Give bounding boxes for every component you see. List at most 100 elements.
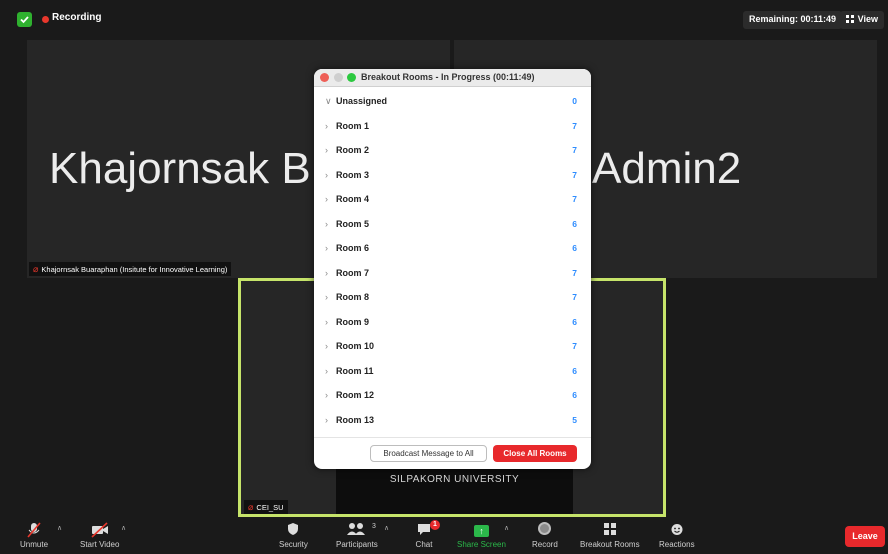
room-count: 0	[572, 96, 577, 106]
start-video-label: Start Video	[80, 540, 120, 549]
chevron-right-icon: ›	[325, 120, 328, 131]
meeting-toolbar: Unmute ∧ Start Video ∧ Security Particip…	[0, 520, 888, 554]
view-label: View	[857, 14, 878, 24]
room-count: 7	[572, 120, 577, 131]
microphone-muted-icon	[20, 522, 48, 538]
breakout-rooms-button[interactable]: Breakout Rooms	[580, 522, 640, 549]
chat-label: Chat	[415, 540, 433, 549]
room-row[interactable]: › Room 5 6	[314, 212, 591, 237]
room-row[interactable]: › Room 12 6	[314, 383, 591, 408]
room-name: Unassigned	[336, 96, 388, 106]
room-count: 7	[572, 169, 577, 180]
participant-name-large: Admin2	[592, 144, 742, 193]
room-name: Room 12	[336, 390, 375, 400]
broadcast-message-button[interactable]: Broadcast Message to All	[370, 445, 487, 462]
chat-button[interactable]: 1 Chat	[413, 520, 440, 549]
room-count: 6	[572, 218, 577, 229]
video-camera-off-icon	[80, 522, 119, 538]
chevron-right-icon: ›	[325, 316, 328, 327]
room-name: Room 13	[336, 414, 375, 425]
unmute-button[interactable]: Unmute	[20, 522, 48, 549]
start-video-button[interactable]: Start Video	[80, 522, 119, 549]
video-options-caret-icon[interactable]: ∧	[121, 524, 126, 532]
room-count: 6	[572, 316, 577, 327]
breakout-rooms-icon	[580, 522, 640, 538]
room-row[interactable]: › Room 4 7	[314, 187, 591, 212]
chevron-right-icon: ›	[325, 390, 328, 400]
security-label: Security	[279, 540, 308, 549]
security-button[interactable]: Security	[279, 522, 308, 549]
reactions-button[interactable]: Reactions	[659, 522, 695, 549]
room-count: 6	[572, 390, 577, 400]
chevron-right-icon: ›	[325, 414, 328, 425]
room-row[interactable]: › Room 2 7	[314, 138, 591, 163]
room-count: 7	[572, 292, 577, 302]
room-name: Room 10	[336, 341, 375, 351]
chevron-right-icon: ›	[325, 194, 328, 204]
room-list: ∨ Unassigned 0 › Room 1 7 › Room 2 7 › R…	[314, 89, 591, 432]
room-name: Room 2	[336, 145, 370, 155]
record-button[interactable]: Record	[532, 522, 558, 549]
room-name: Room 7	[336, 267, 370, 278]
chevron-right-icon: ›	[325, 341, 328, 351]
participants-options-caret-icon[interactable]: ∧	[384, 524, 389, 532]
room-name: Room 1	[336, 120, 370, 131]
room-count: 7	[572, 145, 577, 155]
breakout-rooms-window: Breakout Rooms - In Progress (00:11:49) …	[314, 69, 591, 469]
share-options-caret-icon[interactable]: ∧	[504, 524, 509, 532]
share-screen-label: Share Screen	[457, 540, 506, 549]
window-title-bar[interactable]: Breakout Rooms - In Progress (00:11:49)	[314, 69, 591, 87]
room-row[interactable]: › Room 1 7	[314, 114, 591, 139]
close-all-rooms-button[interactable]: Close All Rooms	[493, 445, 577, 462]
window-title: Breakout Rooms - In Progress (00:11:49)	[361, 72, 535, 82]
room-name: Room 5	[336, 218, 370, 229]
audio-options-caret-icon[interactable]: ∧	[57, 524, 62, 532]
active-speaker-name-tag: ⌀ CEI_SU	[244, 500, 288, 514]
room-name: Room 3	[336, 169, 370, 180]
participants-count: 3	[372, 523, 376, 530]
room-count: 6	[572, 365, 577, 376]
security-shield-icon[interactable]	[17, 12, 32, 27]
remaining-time-badge: Remaining: 00:11:49	[742, 11, 842, 29]
chat-bubble-icon: 1	[413, 520, 440, 538]
room-count: 7	[572, 341, 577, 351]
leave-meeting-button[interactable]: Leave	[845, 526, 885, 547]
room-row[interactable]: › Room 7 7	[314, 261, 591, 286]
chevron-right-icon: ›	[325, 169, 328, 180]
view-button[interactable]: View	[839, 11, 884, 29]
room-row[interactable]: › Room 9 6	[314, 310, 591, 335]
shield-icon	[279, 522, 308, 538]
room-count: 7	[572, 194, 577, 204]
room-name: Room 9	[336, 316, 370, 327]
share-screen-icon: ↑	[457, 522, 506, 538]
zoom-window-icon[interactable]	[347, 73, 356, 82]
close-window-icon[interactable]	[320, 73, 329, 82]
panel-footer: Broadcast Message to All Close All Rooms	[314, 437, 591, 469]
recording-dot-icon	[42, 16, 49, 23]
room-row[interactable]: › Room 11 6	[314, 359, 591, 384]
participants-label: Participants	[336, 540, 378, 549]
chevron-right-icon: ›	[325, 365, 328, 376]
room-row[interactable]: › Room 6 6	[314, 236, 591, 261]
chevron-right-icon: ›	[325, 292, 328, 302]
room-row[interactable]: › Room 10 7	[314, 334, 591, 359]
room-count: 7	[572, 267, 577, 278]
room-row[interactable]: › Room 3 7	[314, 163, 591, 188]
room-row-unassigned[interactable]: ∨ Unassigned 0	[314, 89, 591, 114]
record-label: Record	[532, 540, 558, 549]
chevron-right-icon: ›	[325, 267, 328, 278]
room-row[interactable]: › Room 13 5	[314, 408, 591, 433]
muted-mic-icon: ⌀	[33, 264, 39, 274]
room-name: Room 6	[336, 243, 370, 253]
room-name: Room 4	[336, 194, 370, 204]
grid-icon	[845, 15, 854, 23]
breakout-rooms-label: Breakout Rooms	[580, 540, 640, 549]
room-row[interactable]: › Room 8 7	[314, 285, 591, 310]
share-screen-button[interactable]: ↑ Share Screen	[457, 522, 506, 549]
room-name: Room 8	[336, 292, 370, 302]
room-count: 5	[572, 414, 577, 425]
minimize-window-icon[interactable]	[334, 73, 343, 82]
recording-label[interactable]: Recording	[52, 12, 101, 23]
room-count: 6	[572, 243, 577, 253]
participant-name-tag: ⌀ Khajornsak Buaraphan (Insitute for Inno…	[29, 262, 232, 276]
